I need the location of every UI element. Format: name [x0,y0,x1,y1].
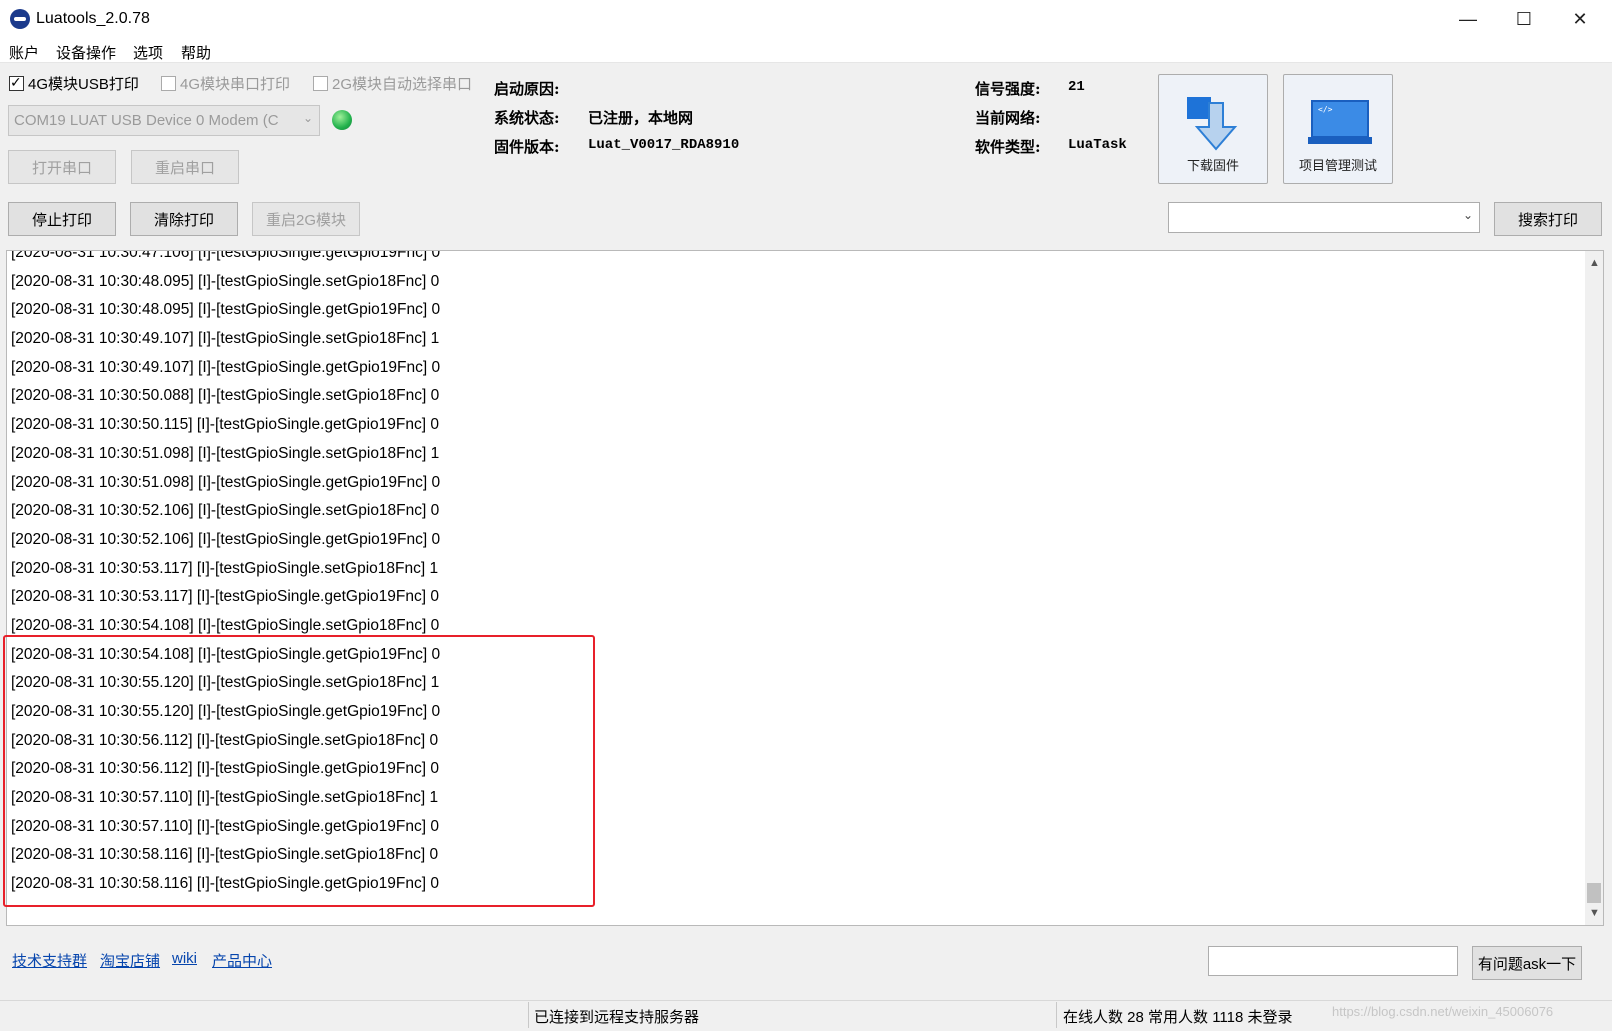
project-test-label: 项目管理测试 [1298,158,1377,173]
network-label: 当前网络: [975,109,1041,127]
serial-print-checkbox[interactable]: 4G模块串口打印 [161,73,290,94]
search-select[interactable]: ⌄ [1168,202,1480,233]
download-firmware-button[interactable]: 下载固件 [1158,74,1268,184]
log-line: [2020-08-31 10:30:53.117] [I]-[testGpioS… [11,588,439,606]
port-select-value: COM19 LUAT USB Device 0 Modem (C [14,112,279,129]
signal-value: 21 [1068,79,1085,95]
system-status-label: 系统状态: [494,109,560,127]
menu-device[interactable]: 设备操作 [56,42,116,63]
chevron-down-icon: ⌄ [302,111,313,125]
log-line: [2020-08-31 10:30:51.098] [I]-[testGpioS… [11,473,441,491]
auto-select-checkbox[interactable]: 2G模块自动选择串口 [313,73,472,94]
download-firmware-label: 下载固件 [1186,158,1239,173]
software-type-value: LuaTask [1068,137,1127,153]
restart-2g-button[interactable]: 重启2G模块 [252,202,360,236]
maximize-icon[interactable]: ☐ [1496,0,1552,38]
menu-account[interactable]: 账户 [9,42,39,63]
laptop-icon: </> [1308,100,1372,144]
auto-select-label: 2G模块自动选择串口 [332,76,473,93]
firmware-value: Luat_V0017_RDA8910 [588,137,740,153]
minimize-icon[interactable]: — [1440,0,1496,38]
log-line: [2020-08-31 10:30:50.115] [I]-[testGpioS… [11,416,439,434]
scrollbar-thumb[interactable] [1587,883,1601,903]
search-print-button[interactable]: 搜索打印 [1494,202,1602,236]
restart-port-button[interactable]: 重启串口 [131,150,239,184]
project-test-button[interactable]: </> 项目管理测试 [1283,74,1393,184]
open-port-button[interactable]: 打开串口 [8,150,116,184]
highlight-box [3,635,595,907]
log-scrollbar[interactable]: ▲ ▼ [1585,251,1603,925]
connection-status-led-icon [332,110,352,130]
log-line: [2020-08-31 10:30:49.107] [I]-[testGpioS… [11,330,440,348]
usb-print-checkbox[interactable]: 4G模块USB打印 [9,73,139,94]
app-logo-icon [10,9,30,29]
log-line: [2020-08-31 10:30:48.095] [I]-[testGpioS… [11,272,440,290]
ask-button[interactable]: 有问题ask一下 [1472,946,1582,980]
status-divider [528,1002,529,1028]
log-line: [2020-08-31 10:30:52.106] [I]-[testGpioS… [11,530,441,548]
checkbox-unchecked-icon [313,76,328,91]
clear-print-button[interactable]: 清除打印 [130,202,238,236]
log-line: [2020-08-31 10:30:53.117] [I]-[testGpioS… [11,559,439,577]
scroll-up-icon[interactable]: ▲ [1589,257,1600,269]
system-status-value: 已注册，本地网 [588,109,694,127]
signal-label: 信号强度: [975,80,1041,98]
chevron-down-icon: ⌄ [1462,208,1473,222]
online-count-text: 在线人数 28 常用人数 1118 未登录 [1063,1009,1293,1026]
watermark-text: https://blog.csdn.net/weixin_45006076 [1332,1004,1554,1019]
log-line: [2020-08-31 10:30:48.095] [I]-[testGpioS… [11,301,441,319]
link-taobao-store[interactable]: 淘宝店铺 [100,950,160,971]
port-select[interactable]: COM19 LUAT USB Device 0 Modem (C ⌄ [8,105,320,136]
menu-help[interactable]: 帮助 [181,42,211,63]
usb-print-label: 4G模块USB打印 [28,76,139,93]
link-tech-support[interactable]: 技术支持群 [12,950,87,971]
serial-print-label: 4G模块串口打印 [180,76,291,93]
log-line: [2020-08-31 10:30:50.088] [I]-[testGpioS… [11,387,440,405]
close-icon[interactable]: ✕ [1552,0,1608,38]
checkbox-checked-icon [9,74,24,91]
log-line: [2020-08-31 10:30:47.106] [I]-[testGpioS… [11,250,441,261]
software-type-label: 软件类型: [975,138,1041,156]
server-status-text: 已连接到远程支持服务器 [534,1009,700,1026]
window-title: Luatools_2.0.78 [36,10,150,27]
link-product-center[interactable]: 产品中心 [212,950,272,971]
link-wiki[interactable]: wiki [172,950,197,967]
firmware-label: 固件版本: [494,138,560,156]
log-line: [2020-08-31 10:30:49.107] [I]-[testGpioS… [11,358,441,376]
status-divider [1056,1002,1057,1028]
log-line: [2020-08-31 10:30:52.106] [I]-[testGpioS… [11,502,440,520]
stop-print-button[interactable]: 停止打印 [8,202,116,236]
scroll-down-icon[interactable]: ▼ [1589,907,1600,919]
ask-input[interactable] [1208,946,1458,976]
svg-text:</>: </> [1318,105,1333,114]
log-line: [2020-08-31 10:30:51.098] [I]-[testGpioS… [11,444,440,462]
boot-reason-label: 启动原因: [494,80,560,98]
download-arrow-icon [1187,97,1238,151]
checkbox-unchecked-icon [161,76,176,91]
title-bar [0,0,1612,38]
menu-bar [0,38,1612,63]
menu-options[interactable]: 选项 [133,42,163,63]
